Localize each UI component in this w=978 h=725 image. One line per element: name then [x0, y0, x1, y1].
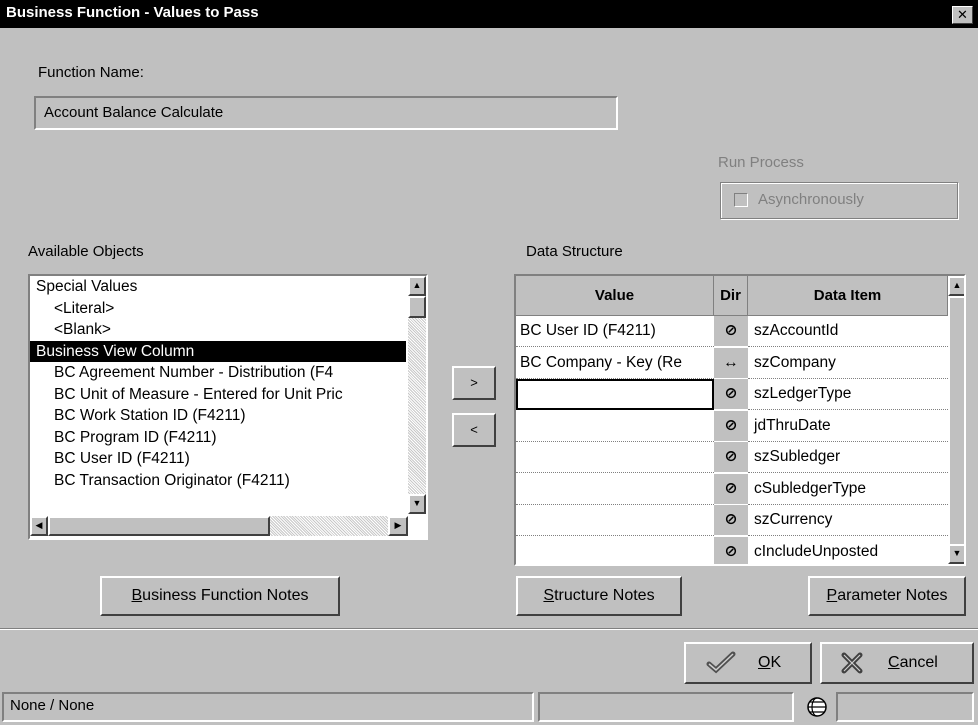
data-item-cell: jdThruDate	[748, 411, 948, 442]
grid-scroll-thumb[interactable]	[948, 296, 964, 546]
data-item-cell: szCurrency	[748, 505, 948, 536]
x-cancel-icon	[841, 652, 863, 674]
mnemonic-s: S	[543, 587, 555, 604]
mnemonic-o: O	[758, 654, 771, 671]
list-item[interactable]: <Blank>	[30, 319, 406, 341]
data-item-cell: szAccountId	[748, 316, 948, 347]
available-objects-items: Special Values <Literal> <Blank> Business V…	[30, 276, 406, 514]
value-cell[interactable]	[516, 379, 714, 410]
data-structure-label: Data Structure	[526, 243, 623, 260]
scroll-left-arrow-icon[interactable]: ◀	[30, 516, 48, 536]
status-bar-panel-3	[836, 692, 974, 722]
data-item-cell: szCompany	[748, 348, 948, 379]
value-cell[interactable]	[516, 411, 714, 442]
data-structure-grid[interactable]: Value Dir Data Item BC User ID (F4211) ⊘ s…	[514, 274, 966, 566]
value-cell[interactable]: BC Company - Key (Re	[516, 348, 714, 379]
list-item[interactable]: BC Unit of Measure - Entered for Unit Pr…	[30, 384, 406, 406]
globe-icon	[806, 696, 828, 718]
bidirectional-icon[interactable]: ↔	[714, 347, 748, 379]
status-bar-text: None / None	[2, 692, 534, 722]
title-bar: Business Function - Values to Pass ✕	[0, 0, 978, 28]
input-only-icon[interactable]: ⊘	[714, 442, 748, 473]
column-header-value[interactable]: Value	[516, 276, 714, 316]
bf-notes-label: usiness Function Notes	[142, 587, 309, 604]
list-item[interactable]: BC User ID (F4211)	[30, 448, 406, 470]
list-item[interactable]: Special Values	[30, 276, 406, 298]
function-name-field: Account Balance Calculate	[34, 96, 618, 130]
list-item[interactable]: Business View Column	[30, 340, 406, 362]
data-item-cell: szSubledger	[748, 442, 948, 473]
parameter-notes-label: arameter Notes	[837, 587, 948, 604]
close-button[interactable]: ✕	[952, 6, 973, 24]
list-horizontal-scrollbar[interactable]: ◀ ▶	[30, 516, 408, 536]
input-only-icon[interactable]: ⊘	[714, 379, 748, 410]
scroll-thumb[interactable]	[408, 296, 426, 318]
structure-notes-button[interactable]: Structure Notes	[516, 576, 682, 616]
checkmark-icon	[706, 651, 736, 674]
input-only-icon[interactable]: ⊘	[714, 410, 748, 442]
window-title: Business Function - Values to Pass	[6, 4, 259, 21]
data-item-cell: cSubledgerType	[748, 474, 948, 505]
value-cell[interactable]	[516, 505, 714, 536]
asynchronously-label: Asynchronously	[758, 191, 864, 208]
list-item[interactable]: BC Transaction Originator (F4211)	[30, 470, 406, 492]
scroll-up-arrow-icon[interactable]: ▲	[408, 276, 426, 296]
asynchronously-checkbox[interactable]	[734, 193, 748, 207]
scroll-right-arrow-icon[interactable]: ▶	[388, 516, 408, 536]
value-cell[interactable]	[516, 442, 714, 473]
list-item[interactable]: BC Program ID (F4211)	[30, 427, 406, 449]
input-only-icon[interactable]: ⊘	[714, 316, 748, 347]
cancel-label: ancel	[899, 654, 938, 671]
function-name-label: Function Name:	[38, 64, 144, 81]
hscroll-thumb[interactable]	[48, 516, 270, 536]
column-header-data-item[interactable]: Data Item	[748, 276, 948, 316]
grid-scroll-down-arrow-icon[interactable]: ▼	[948, 544, 964, 564]
input-only-icon[interactable]: ⊘	[714, 536, 748, 564]
column-header-dir[interactable]: Dir	[714, 276, 748, 316]
data-item-cell: szLedgerType	[748, 379, 948, 410]
data-item-cell: cIncludeUnposted	[748, 537, 948, 565]
cancel-button[interactable]: Cancel	[820, 642, 974, 684]
structure-notes-label: tructure Notes	[554, 587, 655, 604]
list-vertical-scrollbar[interactable]: ▲ ▼	[408, 276, 426, 514]
grid-scroll-up-arrow-icon[interactable]: ▲	[948, 276, 964, 296]
input-only-icon[interactable]: ⊘	[714, 473, 748, 505]
grid-vertical-scrollbar[interactable]: ▲ ▼	[948, 276, 964, 564]
value-cell[interactable]	[516, 537, 714, 565]
business-function-notes-button[interactable]: Business Function Notes	[100, 576, 340, 616]
value-cell[interactable]: BC User ID (F4211)	[516, 316, 714, 347]
status-bar-panel-2	[538, 692, 794, 722]
mnemonic-p: P	[826, 587, 838, 604]
remove-button[interactable]: <	[452, 413, 496, 447]
add-button[interactable]: >	[452, 366, 496, 400]
available-objects-list[interactable]: Special Values <Literal> <Blank> Business V…	[28, 274, 428, 540]
divider	[0, 628, 978, 630]
input-only-icon[interactable]: ⊘	[714, 505, 748, 536]
ok-label: K	[770, 654, 782, 671]
ok-button[interactable]: OK	[684, 642, 812, 684]
scroll-down-arrow-icon[interactable]: ▼	[408, 494, 426, 514]
list-item[interactable]: BC Work Station ID (F4211)	[30, 405, 406, 427]
run-process-label: Run Process	[718, 154, 804, 171]
parameter-notes-button[interactable]: Parameter Notes	[808, 576, 966, 616]
list-item[interactable]: BC Agreement Number - Distribution (F4	[30, 362, 406, 384]
available-objects-label: Available Objects	[28, 243, 144, 260]
mnemonic-c: C	[888, 654, 900, 671]
mnemonic-b: B	[131, 587, 143, 604]
list-item[interactable]: <Literal>	[30, 298, 406, 320]
value-cell[interactable]	[516, 474, 714, 505]
